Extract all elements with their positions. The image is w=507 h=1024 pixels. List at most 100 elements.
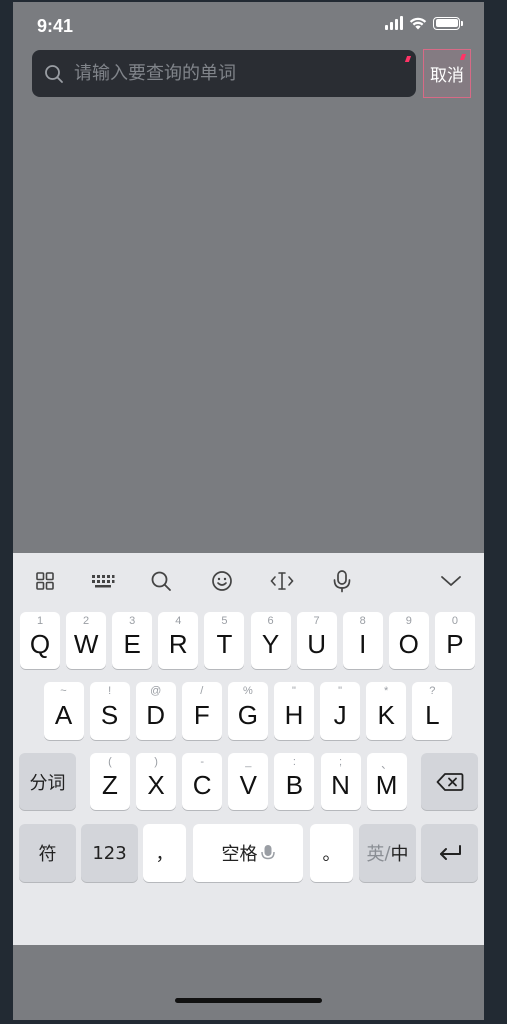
search-icon — [45, 64, 63, 83]
key-m[interactable]: 、 M — [366, 753, 407, 810]
key-label: B — [285, 770, 304, 800]
key-w[interactable]: 2W — [66, 612, 107, 669]
key-x[interactable]: ) X — [136, 753, 177, 810]
key-b[interactable]: :B — [274, 753, 315, 810]
fenci-key[interactable]: 分词 — [19, 753, 76, 810]
emoji-icon[interactable] — [210, 569, 234, 593]
key-sub-label: ) — [154, 756, 158, 768]
key-label: Z — [102, 770, 118, 800]
comma-label: ， — [155, 844, 174, 865]
key-r[interactable]: 4R — [158, 612, 199, 669]
key-z[interactable]: (Z — [90, 753, 130, 810]
key-sub-label: 4 — [175, 615, 182, 627]
key-sub-label: 6 — [267, 615, 274, 627]
key-q[interactable]: 1Q — [20, 612, 60, 669]
key-sub-label: * — [384, 685, 389, 697]
space-key[interactable]: 空格 — [193, 824, 303, 882]
lang-zh-label: 中 — [390, 844, 409, 865]
enter-key[interactable] — [421, 824, 478, 882]
flash-marker-icon — [404, 56, 412, 62]
key-label: N — [331, 770, 350, 800]
backspace-icon — [436, 772, 463, 791]
lang-en-label: 英 — [366, 844, 385, 865]
key-sub-label: 、 — [381, 759, 393, 771]
cancel-button[interactable]: 取消 — [423, 49, 471, 98]
key-label: K — [377, 699, 395, 730]
key-label: R — [168, 629, 188, 659]
search-input[interactable] — [74, 63, 374, 84]
key-u[interactable]: 7U — [296, 612, 337, 669]
cursor-icon[interactable] — [269, 569, 295, 593]
chevron-down-icon[interactable] — [439, 569, 463, 593]
key-s[interactable]: ! S — [89, 682, 130, 740]
key-sub-label: 7 — [313, 615, 320, 627]
key-sub-label: ~ — [60, 685, 67, 697]
period-label: 。 — [322, 844, 341, 865]
key-v[interactable]: _ V — [228, 753, 269, 810]
key-label: X — [147, 770, 165, 800]
key-k[interactable]: * K — [366, 682, 407, 740]
key-f[interactable]: / F — [181, 682, 222, 740]
key-label: C — [192, 770, 212, 800]
key-d[interactable]: @ D — [135, 682, 176, 740]
key-n[interactable]: ; N — [320, 753, 361, 810]
flash-marker-icon — [459, 54, 467, 60]
microphone-icon[interactable] — [330, 569, 354, 593]
search-icon[interactable] — [149, 569, 173, 593]
key-sub-label: / — [200, 685, 204, 697]
status-icons — [385, 16, 463, 30]
key-sub-label: _ — [245, 756, 252, 768]
key-sub-label: @ — [150, 685, 162, 697]
key-y[interactable]: 6Y — [250, 612, 291, 669]
signal-icon — [385, 16, 403, 30]
key-sub-label: " — [338, 685, 343, 697]
key-a[interactable]: ~ A — [43, 682, 84, 740]
language-switch-key[interactable]: 英 / 中 — [359, 824, 416, 882]
microphone-icon — [260, 845, 275, 860]
wifi-icon — [409, 17, 427, 30]
key-o[interactable]: 9O — [388, 612, 429, 669]
key-label: I — [359, 629, 367, 659]
home-indicator — [175, 998, 322, 1003]
key-j[interactable]: " J — [320, 682, 361, 740]
key-label: P — [446, 629, 464, 659]
backspace-key[interactable] — [421, 753, 478, 810]
cancel-label: 取消 — [430, 66, 464, 86]
key-label: A — [54, 699, 73, 730]
numbers-label: 123 — [92, 842, 127, 864]
key-t[interactable]: 5T — [204, 612, 245, 669]
comma-key[interactable]: ， — [143, 824, 186, 882]
key-sub-label: ? — [429, 685, 436, 697]
key-label: J — [333, 699, 347, 730]
grid-icon[interactable] — [33, 569, 57, 593]
numbers-key[interactable]: 123 — [81, 824, 138, 882]
key-label: W — [73, 629, 99, 659]
key-label: H — [284, 699, 304, 730]
key-label: G — [237, 699, 258, 730]
key-sub-label: 3 — [129, 615, 136, 627]
key-sub-label: 2 — [83, 615, 90, 627]
battery-icon — [433, 16, 463, 30]
key-sub-label: ( — [108, 756, 112, 768]
key-label: Q — [29, 629, 51, 659]
key-sub-label: : — [292, 756, 296, 768]
key-label: L — [425, 699, 440, 730]
key-label: V — [239, 770, 257, 800]
key-sub-label: - — [200, 756, 205, 768]
key-l[interactable]: ? L — [412, 682, 453, 740]
key-g[interactable]: % G — [227, 682, 268, 740]
key-label: D — [146, 699, 166, 730]
key-p[interactable]: 0P — [434, 612, 475, 669]
key-h[interactable]: " H — [274, 682, 314, 740]
space-label: 空格 — [221, 844, 258, 865]
keyboard-layout-icon[interactable] — [89, 569, 117, 593]
key-e[interactable]: 3E — [112, 612, 153, 669]
key-sub-label: 5 — [221, 615, 228, 627]
keyboard-toolbar — [13, 553, 484, 609]
period-key[interactable]: 。 — [310, 824, 353, 882]
search-box[interactable] — [32, 50, 416, 97]
key-c[interactable]: -C — [182, 753, 223, 810]
key-sub-label: ! — [108, 685, 112, 697]
symbols-key[interactable]: 符 — [19, 824, 76, 882]
key-i[interactable]: 8I — [342, 612, 383, 669]
